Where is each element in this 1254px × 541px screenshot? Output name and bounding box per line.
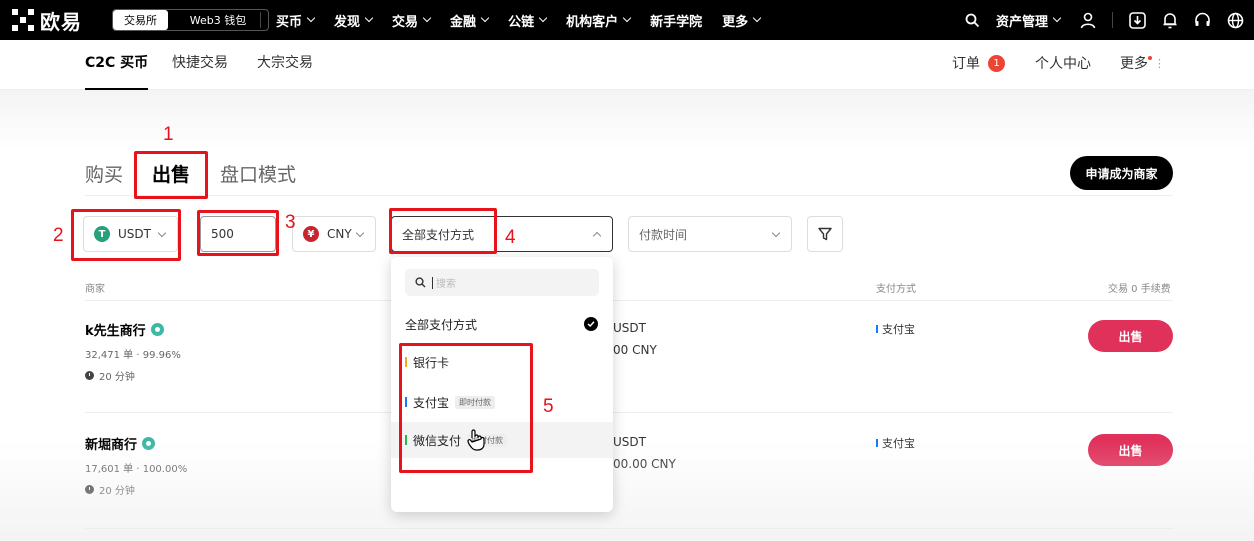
exchange-tab[interactable]: 交易所 [113,10,168,30]
sell-button[interactable]: 出售 [1088,434,1173,466]
merchant-stats: 32,471 单 · 99.96% [85,350,181,361]
alipay-bar-icon [876,325,878,333]
tab-block-trade[interactable]: 大宗交易 [257,40,313,90]
menu-finance[interactable]: 金融 [450,11,490,30]
chevron-down-icon [538,13,548,23]
more-link[interactable]: 更多 ⋮ [1120,40,1165,86]
search-icon [415,277,426,288]
main-menu: 买币 发现 交易 金融 公链 机构客户 新手学院 更多 [276,0,780,40]
search-icon[interactable] [965,13,980,28]
sell-button[interactable]: 出售 [1088,320,1173,352]
limit-value: USDT [613,321,646,335]
chevron-down-icon [752,13,762,23]
web3-wallet-tab[interactable]: Web3 钱包 [168,10,268,30]
tab-c2c-buy[interactable]: C2C 买币 [85,40,149,90]
top-navbar: 欧易 交易所 Web3 钱包 买币 发现 交易 金融 公链 机构客户 新手学院 … [0,0,1254,40]
chevron-down-icon [480,13,490,23]
nav-divider [1112,12,1113,28]
column-payment: 支付方式 [876,284,916,295]
tab-orderbook-mode[interactable]: 盘口模式 [220,160,296,187]
payment-method: 支付宝 [876,321,915,337]
text-cursor [432,276,433,289]
amount-value: 00 CNY [613,343,657,357]
fiat-select[interactable]: ¥ CNY [292,216,376,252]
chevron-down-icon [364,13,374,23]
option-all-payment[interactable]: 全部支付方式 [391,306,613,342]
check-icon [584,317,598,331]
logo-text: 欧易 [40,9,82,34]
chevron-down-icon [1052,13,1062,23]
pay-time: 20 分钟 [85,482,135,497]
limit-value: USDT [613,435,646,449]
tab-buy[interactable]: 购买 [85,160,123,187]
menu-institutional[interactable]: 机构客户 [566,11,632,30]
filter-icon [818,227,832,241]
orders-link[interactable]: 订单 1 [952,40,1005,86]
logo[interactable]: 欧易 [12,7,82,34]
chevron-down-icon [771,228,781,238]
chevron-up-icon [592,231,602,241]
clock-icon [85,485,94,494]
column-fee: 交易 0 手续费 [1108,284,1171,295]
alipay-bar-icon [876,439,878,447]
cny-coin-icon: ¥ [303,226,319,242]
bottom-fade [0,440,1254,541]
exchange-wallet-switch: 交易所 Web3 钱包 [112,9,269,31]
bell-icon[interactable] [1162,12,1178,29]
user-icon[interactable] [1080,12,1096,29]
annotation-number-5: 5 [543,396,554,417]
assets-menu[interactable]: 资产管理 [996,11,1062,30]
menu-academy[interactable]: 新手学院 [650,11,702,30]
nav-divider [260,12,261,28]
c2c-subnav: C2C 买币 快捷交易 大宗交易 订单 1 个人中心 更多 ⋮ [0,40,1254,90]
verified-badge-icon [150,323,164,336]
annotation-number-4: 4 [505,227,516,248]
pay-time: 20 分钟 [85,368,135,383]
filter-button[interactable] [807,216,843,252]
chevron-down-icon [622,13,632,23]
annotation-box-3 [197,210,279,256]
annotation-box-2 [71,209,181,261]
dropdown-search-input[interactable]: 搜索 [405,269,599,296]
payment-method: 支付宝 [876,435,915,451]
merchant-name[interactable]: 新堀商行 [85,434,156,453]
merchant-name[interactable]: k先生商行 [85,320,164,339]
amount-value: 00.00 CNY [613,457,676,471]
menu-buy-crypto[interactable]: 买币 [276,11,316,30]
chevron-down-icon [306,13,316,23]
divider [85,528,1173,529]
tab-quick-trade[interactable]: 快捷交易 [172,40,228,90]
annotation-number-2: 2 [53,225,64,246]
okx-logo-icon [12,9,34,31]
clock-icon [85,371,94,380]
orders-badge: 1 [988,54,1005,72]
more-dots-icon: ⋮ [1154,56,1165,70]
download-icon[interactable] [1129,11,1146,29]
annotation-number-1: 1 [163,124,174,145]
menu-chain[interactable]: 公链 [508,11,548,30]
annotation-box-1 [134,151,208,199]
menu-discover[interactable]: 发现 [334,11,374,30]
headset-icon[interactable] [1194,12,1211,29]
column-merchant: 商家 [85,284,105,295]
notification-dot [1148,56,1152,60]
menu-more[interactable]: 更多 [722,11,762,30]
annotation-number-3: 3 [285,212,296,233]
chevron-down-icon [355,228,365,238]
apply-merchant-button[interactable]: 申请成为商家 [1070,156,1173,190]
top-fade [0,90,1254,150]
divider [85,412,1173,413]
profile-link[interactable]: 个人中心 [1035,40,1091,86]
verified-badge-icon [142,437,156,450]
divider [85,195,1173,196]
annotation-box-5 [399,343,533,473]
pay-time-select[interactable]: 付款时间 [628,216,792,252]
globe-icon[interactable] [1227,12,1244,29]
chevron-down-icon [422,13,432,23]
annotation-box-4 [389,208,497,254]
menu-trade[interactable]: 交易 [392,11,432,30]
nav-right: 资产管理 [949,0,1244,40]
merchant-stats: 17,601 单 · 100.00% [85,464,188,475]
divider [85,300,1173,301]
